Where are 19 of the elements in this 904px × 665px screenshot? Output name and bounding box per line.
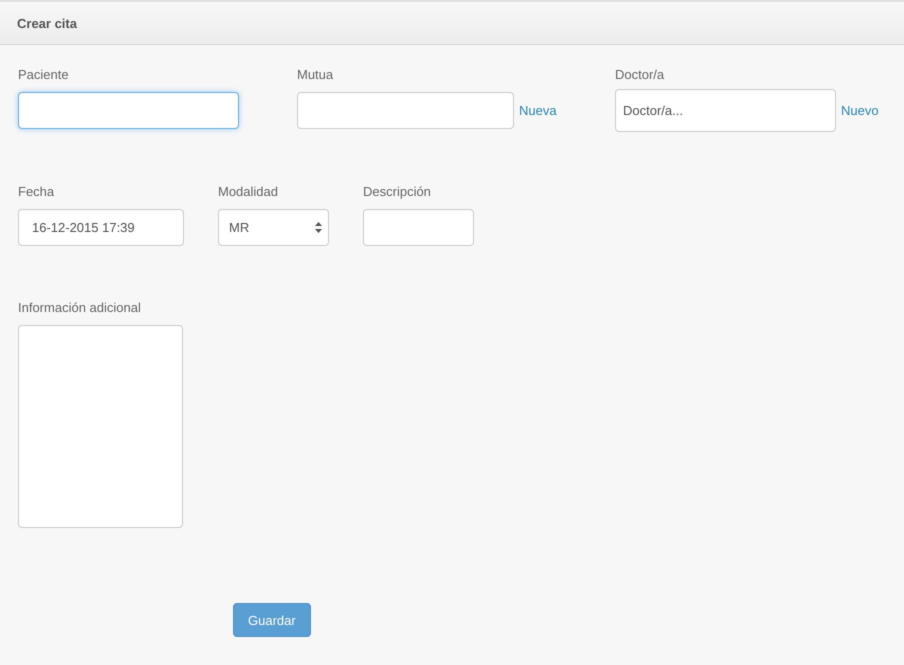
text-field[interactable] <box>297 92 514 129</box>
field-label: Paciente <box>18 67 70 83</box>
text-field[interactable]: 16-12-2015 17:39 <box>18 209 184 246</box>
text-field[interactable] <box>18 92 239 129</box>
textarea-field[interactable] <box>18 325 183 528</box>
field-label: Información adicional <box>18 300 142 316</box>
field-label: Descripción <box>363 184 432 200</box>
field-label: Fecha <box>18 184 56 200</box>
sort-arrows-icon <box>315 222 322 233</box>
panel-title: Crear cita <box>17 16 77 30</box>
select-dropdown[interactable]: MR <box>218 209 329 246</box>
field-label: Modalidad <box>218 184 279 200</box>
text-field[interactable] <box>363 209 474 246</box>
field-label: Doctor/a <box>615 67 666 83</box>
new-link[interactable]: Nueva <box>519 103 557 118</box>
save-button[interactable]: Guardar <box>233 603 311 637</box>
text-field[interactable]: Doctor/a... <box>615 89 836 132</box>
new-link[interactable]: Nuevo <box>841 103 879 118</box>
field-label: Mutua <box>297 67 334 83</box>
